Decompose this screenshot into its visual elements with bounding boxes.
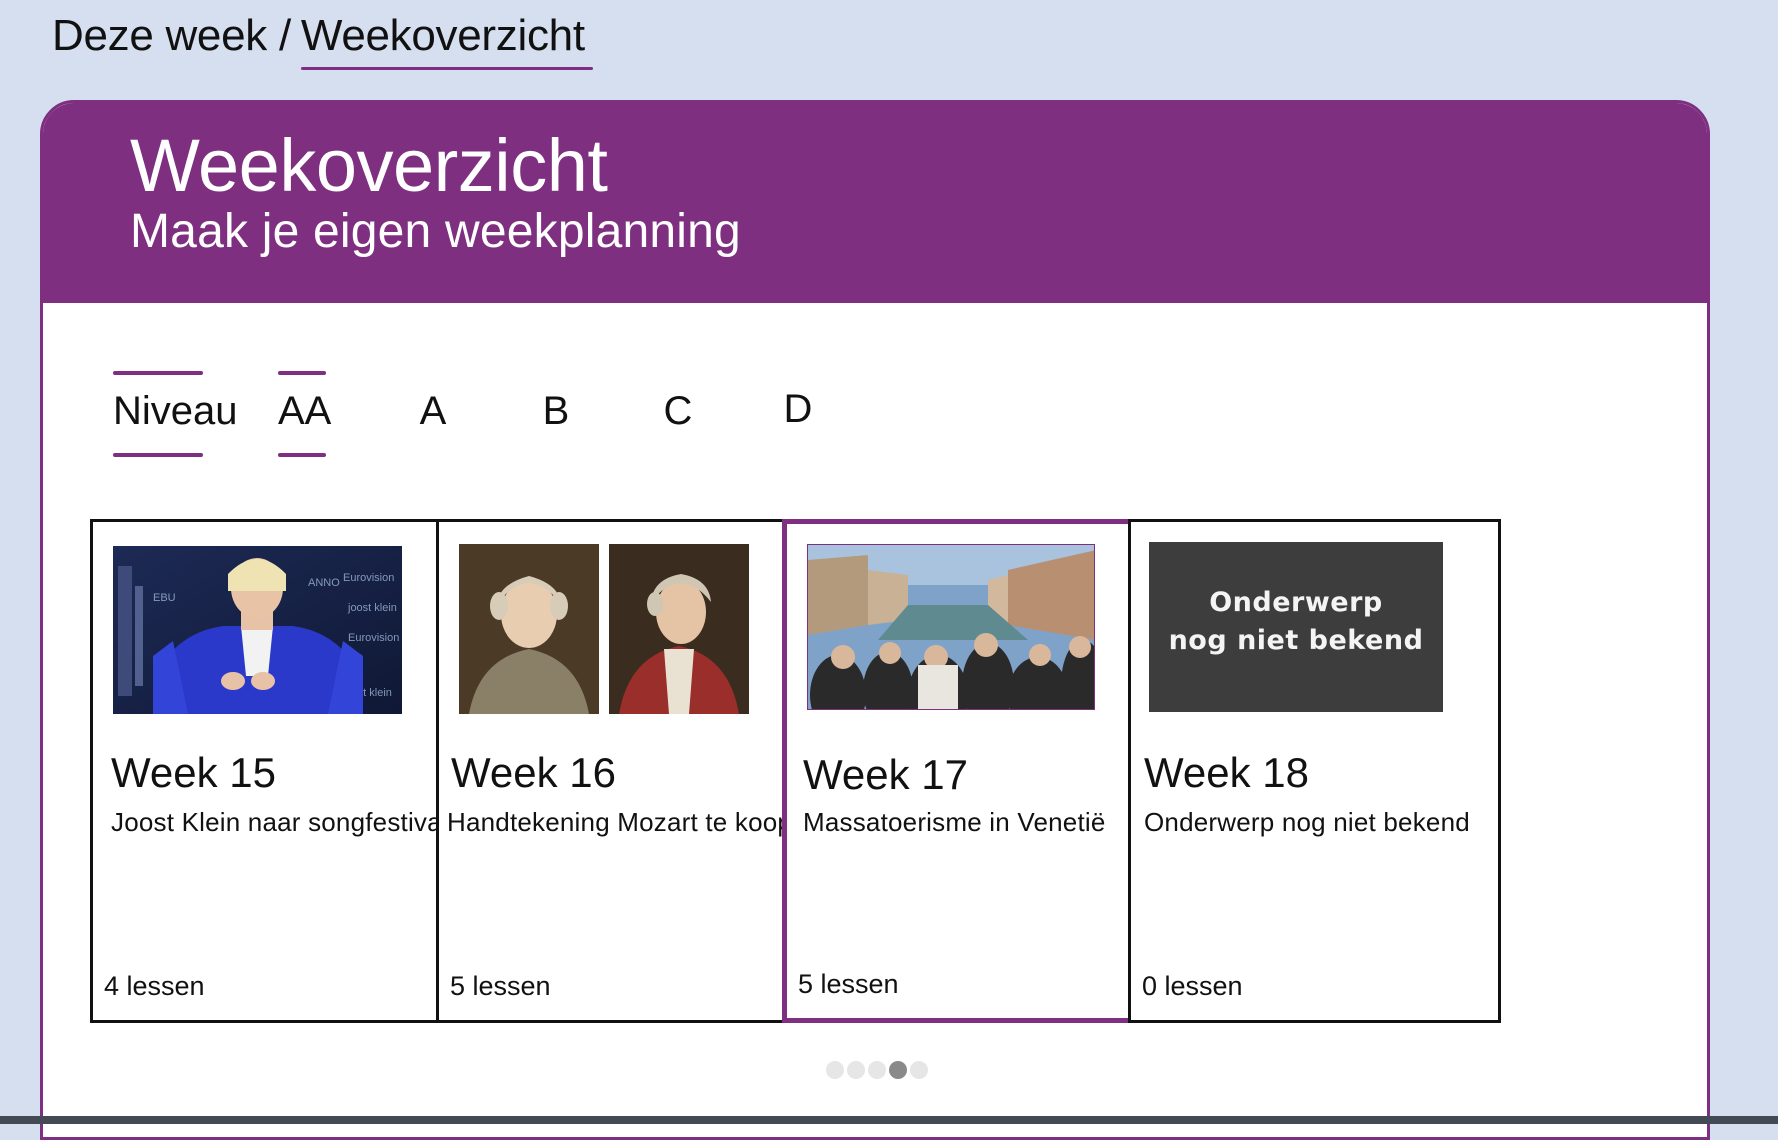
- week-card-17[interactable]: Week 17 Massatoerisme in Venetië 5 lesse…: [782, 519, 1155, 1023]
- svg-text:joost klein: joost klein: [347, 602, 397, 614]
- level-option-a[interactable]: A: [415, 371, 451, 451]
- pager-dot-3[interactable]: [868, 1061, 886, 1079]
- card-week-title: Week 18: [1144, 749, 1309, 796]
- card-week-title: Week 15: [111, 749, 276, 796]
- card-week-title: Week 16: [451, 749, 616, 796]
- svg-text:Eurovision: Eurovision: [343, 572, 394, 584]
- card-image-venice: [807, 544, 1095, 710]
- card-topic: Onderwerp nog niet bekend: [1144, 807, 1470, 837]
- card-lesson-count: 5 lessen: [450, 970, 551, 1001]
- week-overview-panel: Weekoverzicht Maak je eigen weekplanning…: [40, 100, 1710, 1140]
- card-topic: Joost Klein naar songfestival: [111, 807, 448, 837]
- card-image-photo-artist: Eurovision joost klein Eurovision joost kl…: [113, 546, 402, 714]
- card-topic: Handtekening Mozart te koop: [447, 807, 793, 837]
- pager-dot-5[interactable]: [910, 1061, 928, 1079]
- level-label: Niveau: [113, 371, 238, 457]
- level-option-d[interactable]: D: [780, 369, 816, 449]
- pager-dot-2[interactable]: [847, 1061, 865, 1079]
- page-subtitle: Maak je eigen weekplanning: [130, 205, 741, 258]
- svg-text:ANNO: ANNO: [308, 577, 340, 589]
- breadcrumb-separator: /: [278, 11, 291, 60]
- pager-dot-1[interactable]: [826, 1061, 844, 1079]
- pager-dot-4[interactable]: [889, 1061, 907, 1079]
- week-card-15[interactable]: Eurovision joost klein Eurovision joost kl…: [90, 519, 463, 1023]
- level-option-aa[interactable]: AA: [278, 371, 331, 457]
- venice-photo-icon: [808, 545, 1094, 709]
- chalkboard-line-1: Onderwerp: [1209, 587, 1383, 618]
- level-option-c[interactable]: C: [660, 371, 696, 451]
- week-card-16[interactable]: Week 16 Handtekening Mozart te koop 5 le…: [436, 519, 809, 1023]
- week-card-18[interactable]: Onderwerp nog niet bekend Week 18 Onderw…: [1128, 519, 1501, 1023]
- card-lesson-count: 4 lessen: [104, 970, 205, 1001]
- card-week-title: Week 17: [803, 751, 968, 798]
- level-selector: Niveau AA A B C D: [43, 369, 1707, 457]
- breadcrumb: Deze week / Weekoverzicht: [52, 11, 585, 60]
- bottom-edge-bar: [0, 1116, 1778, 1124]
- page-title: Weekoverzicht: [130, 124, 608, 207]
- level-option-b[interactable]: B: [538, 371, 574, 451]
- card-topic: Massatoerisme in Venetië: [803, 807, 1106, 837]
- svg-text:Eurovision: Eurovision: [348, 632, 399, 644]
- breadcrumb-parent-link[interactable]: Deze week: [52, 11, 267, 60]
- panel-header: Weekoverzicht Maak je eigen weekplanning: [43, 103, 1707, 303]
- card-image-chalkboard: Onderwerp nog niet bekend: [1149, 542, 1443, 712]
- svg-text:EBU: EBU: [153, 592, 176, 604]
- artist-photo-icon: Eurovisionjoost klein Eurovisionjoost kl…: [113, 546, 402, 714]
- mozart-portraits-icon: [459, 544, 749, 714]
- carousel-pager: [826, 1061, 928, 1079]
- card-image-portraits: [459, 544, 749, 714]
- chalkboard-line-2: nog niet bekend: [1168, 625, 1424, 656]
- card-lesson-count: 5 lessen: [798, 968, 899, 999]
- week-cards: Eurovision joost klein Eurovision joost kl…: [43, 519, 1707, 1023]
- card-lesson-count: 0 lessen: [1142, 970, 1243, 1001]
- breadcrumb-current[interactable]: Weekoverzicht: [301, 11, 585, 60]
